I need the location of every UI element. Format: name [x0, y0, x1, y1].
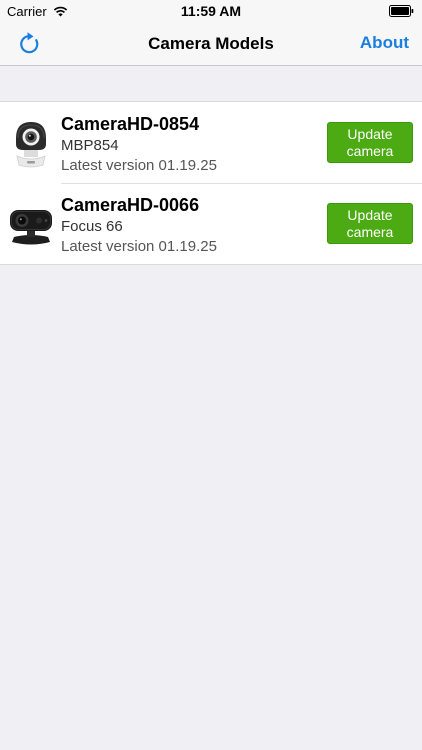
- update-camera-button[interactable]: Update camera: [327, 122, 413, 163]
- camera-name: CameraHD-0066: [61, 195, 200, 215]
- battery-icon: [389, 5, 414, 17]
- camera-name: CameraHD-0854: [61, 114, 200, 134]
- navigation-bar: Camera Models About: [0, 22, 422, 66]
- status-time: 11:59 AM: [180, 3, 242, 19]
- status-bar: Carrier 11:59 AM: [0, 0, 422, 22]
- camera-version: Latest version 01.19.25: [61, 238, 217, 255]
- dome-camera-icon: [16, 122, 46, 168]
- wide-camera-icon: [10, 210, 52, 245]
- update-camera-label: Update camera: [346, 125, 394, 159]
- page-title: Camera Models: [148, 34, 274, 53]
- update-camera-label: Update camera: [346, 206, 394, 240]
- list-item: CameraHD-0066 Focus 66 Latest version 01…: [0, 183, 422, 264]
- camera-list: CameraHD-0854 MBP854 Latest version 01.1…: [0, 101, 422, 265]
- update-camera-button[interactable]: Update camera: [327, 203, 413, 244]
- camera-version: Latest version 01.19.25: [61, 157, 217, 174]
- about-button[interactable]: About: [360, 33, 409, 53]
- camera-model: Focus 66: [61, 218, 123, 235]
- camera-info: CameraHD-0854 MBP854 Latest version 01.1…: [61, 113, 217, 176]
- camera-model: MBP854: [61, 137, 119, 154]
- app-screen: Carrier 11:59 AM Camera Models About Cam…: [0, 0, 422, 750]
- list-item: CameraHD-0854 MBP854 Latest version 01.1…: [0, 102, 422, 183]
- camera-info: CameraHD-0066 Focus 66 Latest version 01…: [61, 194, 217, 257]
